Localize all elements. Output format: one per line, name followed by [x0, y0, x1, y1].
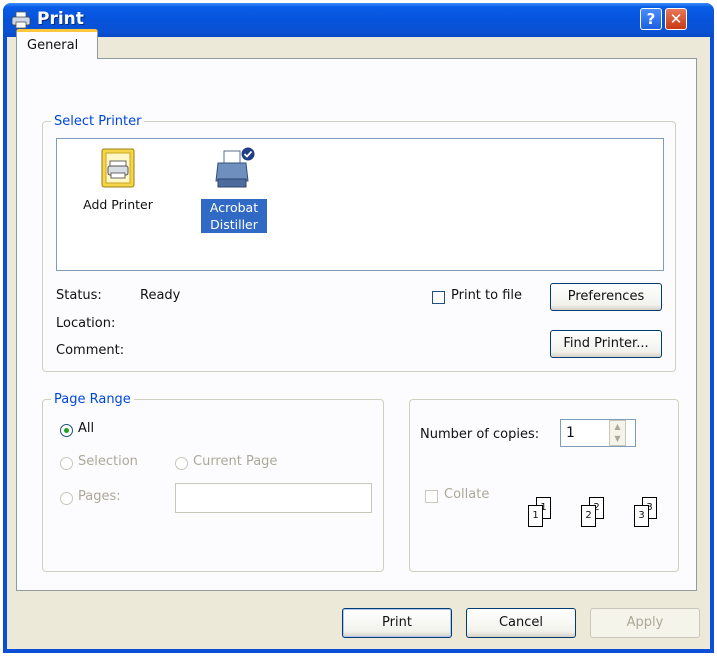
copies-group	[409, 399, 679, 572]
printer-list[interactable]: Add Printer Acrobat Distiller	[56, 138, 664, 271]
comment-label: Comment:	[56, 343, 125, 358]
collate-label: Collate	[444, 487, 490, 502]
number-of-copies-label: Number of copies:	[420, 427, 540, 442]
current-page-radio[interactable]	[175, 457, 188, 470]
printer-item-acrobat-distiller[interactable]: Acrobat Distiller	[201, 145, 267, 233]
printer-label: Add Printer	[83, 197, 153, 212]
print-button[interactable]: Print	[342, 608, 452, 638]
all-label: All	[78, 421, 95, 436]
close-button[interactable]: ✕	[665, 8, 687, 30]
collate-page-front: 3	[634, 505, 649, 527]
copies-spinner[interactable]: ▲ ▼	[609, 420, 626, 446]
printer-icon	[215, 146, 256, 188]
title-bar[interactable]: Print ? ✕	[3, 3, 714, 37]
location-label: Location:	[56, 316, 116, 331]
spinner-down-icon[interactable]: ▼	[610, 433, 625, 445]
selection-radio[interactable]	[60, 457, 73, 470]
help-button[interactable]: ?	[640, 8, 662, 30]
selection-label: Selection	[78, 454, 138, 469]
apply-button[interactable]: Apply	[590, 608, 700, 638]
printer-label-line1: Acrobat	[201, 199, 267, 216]
printer-label-line2: Distiller	[201, 216, 267, 233]
status-value: Ready	[140, 288, 181, 303]
printer-item-add-printer[interactable]: Add Printer	[73, 147, 163, 212]
find-printer-button[interactable]: Find Printer...	[550, 330, 662, 358]
status-label: Status:	[56, 288, 102, 303]
select-printer-legend: Select Printer	[54, 114, 142, 129]
collate-illustration-icon: 1 1 2 2 3 3	[510, 492, 680, 542]
printer-icon	[11, 11, 31, 29]
add-printer-icon	[101, 148, 135, 188]
copies-value: 1	[566, 425, 575, 441]
cancel-button[interactable]: Cancel	[466, 608, 576, 638]
dialog-title: Print	[37, 9, 84, 29]
collate-page-front: 2	[581, 505, 596, 527]
current-page-label: Current Page	[193, 454, 278, 469]
collate-page-front: 1	[528, 505, 543, 527]
tab-general-label: General	[27, 38, 79, 53]
preferences-button[interactable]: Preferences	[550, 283, 662, 311]
page-range-group: Page Range	[42, 392, 384, 572]
pages-label: Pages:	[78, 489, 121, 504]
page-range-legend: Page Range	[54, 392, 131, 407]
collate-checkbox[interactable]	[425, 490, 438, 503]
print-to-file-label: Print to file	[451, 288, 523, 303]
spinner-up-icon[interactable]: ▲	[610, 421, 625, 433]
all-radio[interactable]	[60, 424, 73, 437]
pages-input[interactable]	[175, 483, 372, 513]
print-to-file-checkbox[interactable]	[432, 291, 445, 304]
pages-radio[interactable]	[60, 492, 73, 505]
tab-general[interactable]: General	[16, 29, 98, 59]
